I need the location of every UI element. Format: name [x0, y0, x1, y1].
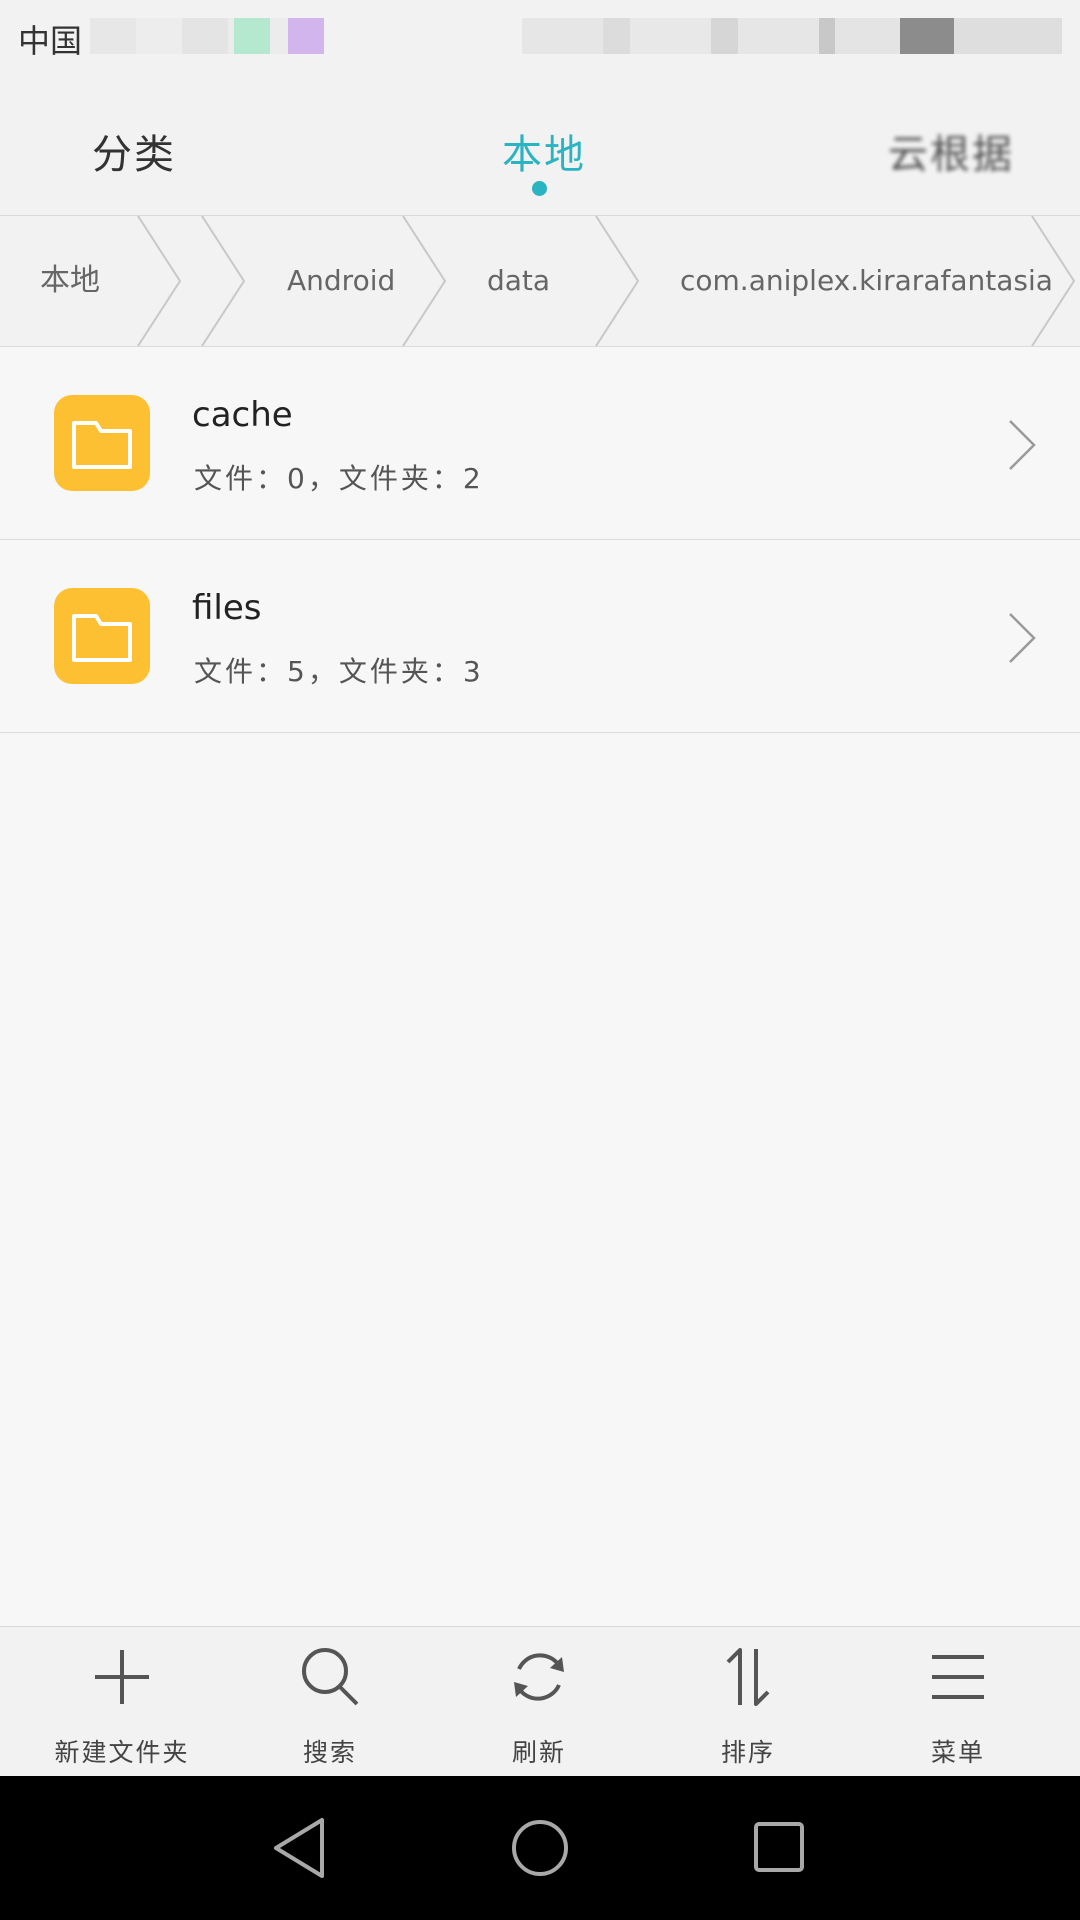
refresh-icon	[514, 1653, 564, 1701]
chevron-right-icon	[1009, 420, 1036, 470]
system-nav-bar	[0, 1776, 1080, 1920]
sort-button[interactable]: 排序	[640, 1627, 856, 1777]
tab-cloud[interactable]: 云根据	[888, 122, 1014, 180]
folder-meta: 文件：5，文件夹：3	[194, 655, 484, 688]
status-icons-blurred	[90, 18, 320, 54]
search-icon	[302, 1648, 359, 1706]
list-item-files[interactable]: files 文件：5，文件夹：3	[0, 540, 1080, 733]
chevron-right-icon	[1009, 613, 1036, 663]
menu-icon	[932, 1655, 984, 1699]
notification-icon-green	[234, 18, 270, 54]
sort-icon	[726, 1648, 770, 1706]
plus-icon	[95, 1650, 149, 1704]
menu-button[interactable]: 菜单	[850, 1627, 1066, 1777]
refresh-button[interactable]: 刷新	[431, 1627, 647, 1777]
search-label: 搜索	[302, 1738, 357, 1767]
carrier-label: 中国	[18, 22, 83, 60]
breadcrumb-item-local[interactable]: 本地	[40, 216, 100, 346]
active-tab-indicator	[532, 181, 547, 196]
new-folder-label: 新建文件夹	[54, 1738, 190, 1767]
folder-name: files	[192, 588, 262, 628]
folder-name: cache	[192, 395, 293, 435]
menu-label: 菜单	[930, 1738, 985, 1767]
tab-local[interactable]: 本地	[502, 122, 586, 180]
search-button[interactable]: 搜索	[222, 1627, 438, 1777]
breadcrumb-item-package[interactable]: com.aniplex.kirarafantasia	[680, 216, 1053, 346]
notification-icon-purple	[288, 18, 324, 54]
folder-icon	[54, 395, 150, 491]
status-bar: 中国	[0, 0, 1080, 70]
breadcrumb: 本地 Android data com.aniplex.kirarafantas…	[0, 216, 1080, 347]
home-icon[interactable]	[510, 1816, 570, 1880]
recents-icon[interactable]	[750, 1816, 810, 1880]
bottom-toolbar: 新建文件夹 搜索 刷新 排序 菜单	[0, 1626, 1080, 1777]
tab-category[interactable]: 分类	[92, 122, 176, 180]
sort-label: 排序	[720, 1738, 775, 1767]
status-right-blurred	[522, 18, 1062, 54]
new-folder-button[interactable]: 新建文件夹	[14, 1627, 230, 1777]
breadcrumb-item-android[interactable]: Android	[287, 216, 395, 346]
folder-meta: 文件：0，文件夹：2	[194, 462, 484, 495]
breadcrumb-item-data[interactable]: data	[487, 216, 550, 346]
list-item-cache[interactable]: cache 文件：0，文件夹：2	[0, 347, 1080, 540]
folder-icon	[54, 588, 150, 684]
back-icon[interactable]	[270, 1816, 330, 1880]
top-tab-bar: 分类 本地 云根据	[0, 70, 1080, 216]
refresh-label: 刷新	[511, 1738, 566, 1767]
